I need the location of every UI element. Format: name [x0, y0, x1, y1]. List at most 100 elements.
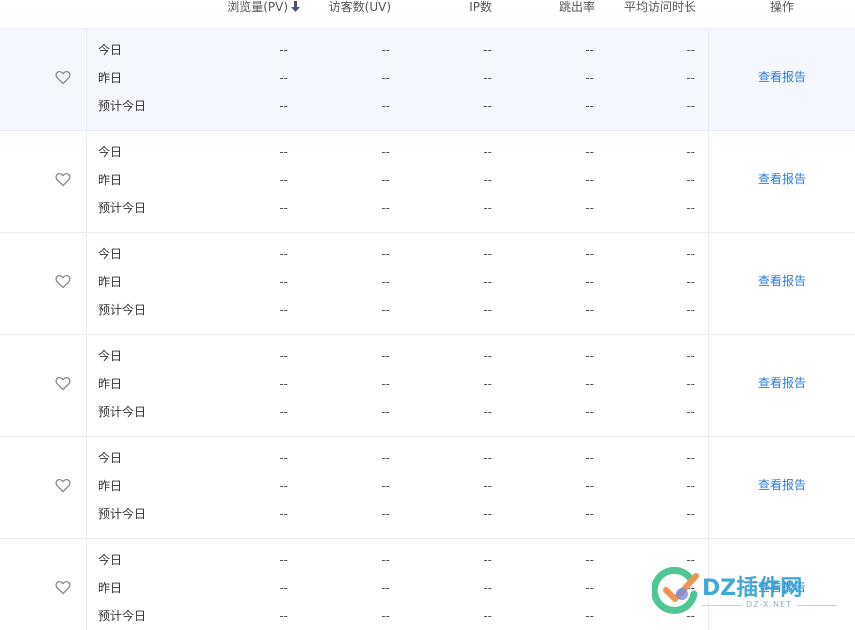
- table-cell: --: [686, 275, 695, 289]
- row-label: 预计今日: [98, 609, 147, 623]
- header-action: 操作: [769, 0, 794, 14]
- table-cell: --: [483, 303, 492, 317]
- table-cell: --: [279, 201, 288, 215]
- row-label: 昨日: [98, 275, 123, 289]
- table-cell: --: [686, 479, 695, 493]
- header-bounce[interactable]: 跳出率: [520, 0, 595, 14]
- view-report-link[interactable]: 查看报告: [709, 70, 855, 84]
- table-cell: --: [585, 479, 594, 493]
- row-label: 今日: [98, 349, 123, 363]
- table-cell: --: [483, 275, 492, 289]
- view-report-link[interactable]: 查看报告: [709, 376, 855, 390]
- table-cell: --: [381, 553, 390, 567]
- table-cell: --: [483, 377, 492, 391]
- heart-outline-icon[interactable]: [55, 274, 71, 289]
- table-cell: --: [686, 201, 695, 215]
- column-divider: [86, 335, 87, 436]
- table-cell: --: [585, 145, 594, 159]
- table-cell: --: [585, 377, 594, 391]
- table-cell: --: [686, 507, 695, 521]
- row-label: 预计今日: [98, 201, 147, 215]
- table-cell: --: [483, 451, 492, 465]
- table-cell: --: [585, 507, 594, 521]
- table-cell: --: [381, 173, 390, 187]
- table-cell: --: [279, 303, 288, 317]
- header-avg-time[interactable]: 平均访问时长: [600, 0, 696, 14]
- table-cell: --: [483, 349, 492, 363]
- table-cell: --: [585, 247, 594, 261]
- heart-outline-icon[interactable]: [55, 478, 71, 493]
- table-cell: --: [279, 275, 288, 289]
- table-cell: --: [279, 377, 288, 391]
- table-cell: --: [381, 145, 390, 159]
- table-cell: --: [585, 99, 594, 113]
- table-cell: --: [585, 201, 594, 215]
- table-cell: --: [279, 405, 288, 419]
- arrow-down-icon[interactable]: [291, 1, 300, 12]
- table-cell: --: [686, 349, 695, 363]
- table-cell: --: [381, 581, 390, 595]
- check-logo-icon: [652, 566, 699, 614]
- heart-outline-icon[interactable]: [55, 70, 71, 85]
- row-label: 今日: [98, 451, 123, 465]
- table-cell: --: [279, 247, 288, 261]
- table-cell: --: [686, 173, 695, 187]
- row-label: 预计今日: [98, 405, 147, 419]
- header-pv[interactable]: 浏览量(PV): [200, 0, 300, 14]
- table-cell: --: [585, 581, 594, 595]
- table-cell: --: [381, 99, 390, 113]
- table-cell: --: [279, 581, 288, 595]
- view-report-link[interactable]: 查看报告: [709, 274, 855, 288]
- table-cell: --: [381, 405, 390, 419]
- table-cell: --: [381, 71, 390, 85]
- table-cell: --: [483, 145, 492, 159]
- table-cell: --: [381, 303, 390, 317]
- table-cell: --: [483, 43, 492, 57]
- heart-outline-icon[interactable]: [55, 172, 71, 187]
- table-cell: --: [483, 405, 492, 419]
- table-cell: --: [585, 303, 594, 317]
- table-cell: --: [381, 201, 390, 215]
- header-uv[interactable]: 访客数(UV): [300, 0, 391, 14]
- view-report-link[interactable]: 查看报告: [709, 478, 855, 492]
- table-cell: --: [483, 507, 492, 521]
- table-cell: --: [279, 173, 288, 187]
- table-cell: --: [483, 173, 492, 187]
- row-label: 昨日: [98, 173, 123, 187]
- header-ip[interactable]: IP数: [420, 0, 492, 14]
- table-cell: --: [585, 43, 594, 57]
- column-divider: [86, 29, 87, 130]
- table-cell: --: [483, 71, 492, 85]
- table-cell: --: [686, 145, 695, 159]
- table-cell: --: [585, 349, 594, 363]
- watermark: DZ插件网 DZ-X.NET: [650, 560, 855, 620]
- table-cell: --: [381, 43, 390, 57]
- table-cell: --: [279, 451, 288, 465]
- row-label: 今日: [98, 145, 123, 159]
- column-divider: [86, 437, 87, 538]
- column-divider: [86, 131, 87, 232]
- table-row-group: 今日 -- -- -- -- -- 昨日 -- -- -- -- -- 预计今日 -- -- -- -- -- 查看…: [0, 131, 855, 233]
- table-header: 浏览量(PV) 访客数(UV) IP数 跳出率 平均访问时长 操作: [0, 0, 855, 29]
- row-label: 预计今日: [98, 99, 147, 113]
- table-cell: --: [381, 507, 390, 521]
- table-cell: --: [483, 553, 492, 567]
- table-cell: --: [279, 553, 288, 567]
- column-divider: [86, 233, 87, 334]
- watermark-text: DZ插件网: [702, 576, 803, 601]
- heart-outline-icon[interactable]: [55, 376, 71, 391]
- table-cell: --: [585, 451, 594, 465]
- view-report-link[interactable]: 查看报告: [709, 172, 855, 186]
- table-cell: --: [279, 479, 288, 493]
- row-label: 今日: [98, 553, 123, 567]
- table-cell: --: [279, 145, 288, 159]
- table-row-group: 今日 -- -- -- -- -- 昨日 -- -- -- -- -- 预计今日 -- -- -- -- -- 查看…: [0, 437, 855, 539]
- header-pv-label: 浏览量(PV): [227, 0, 288, 14]
- table-cell: --: [686, 71, 695, 85]
- table-cell: --: [483, 247, 492, 261]
- table-cell: --: [381, 451, 390, 465]
- table-cell: --: [279, 349, 288, 363]
- row-label: 今日: [98, 43, 123, 57]
- heart-outline-icon[interactable]: [55, 580, 71, 595]
- table-cell: --: [483, 479, 492, 493]
